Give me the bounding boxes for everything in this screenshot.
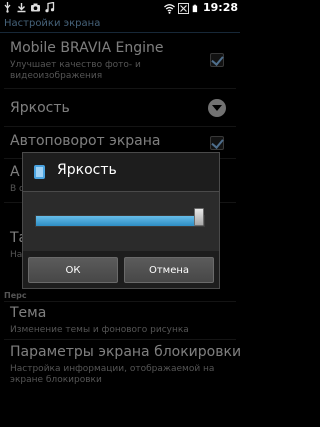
ok-button[interactable]: ОК (28, 257, 118, 283)
status-time: 19:28 (202, 1, 238, 14)
dialog-divider (23, 191, 219, 192)
slider-fill (36, 216, 199, 226)
camera-icon (31, 3, 40, 12)
dialog-buttons: ОК Отмена (23, 251, 219, 288)
wifi-icon (164, 3, 175, 14)
cancel-button[interactable]: Отмена (124, 257, 214, 283)
status-bar: 19:28 (0, 0, 240, 16)
battery-icon (192, 4, 198, 12)
no-signal-icon (177, 2, 189, 14)
music-icon (45, 2, 55, 13)
dialog-title: Яркость (57, 162, 117, 178)
phone-icon (34, 165, 45, 179)
dialog-header: Яркость (23, 153, 219, 191)
notification-icons (2, 2, 55, 13)
system-icons: 19:28 (164, 1, 238, 15)
brightness-slider[interactable] (35, 215, 205, 227)
brightness-dialog: Яркость ОК Отмена (22, 152, 220, 289)
usb-icon (4, 2, 11, 13)
download-icon (17, 3, 26, 13)
slider-thumb[interactable] (194, 208, 204, 226)
